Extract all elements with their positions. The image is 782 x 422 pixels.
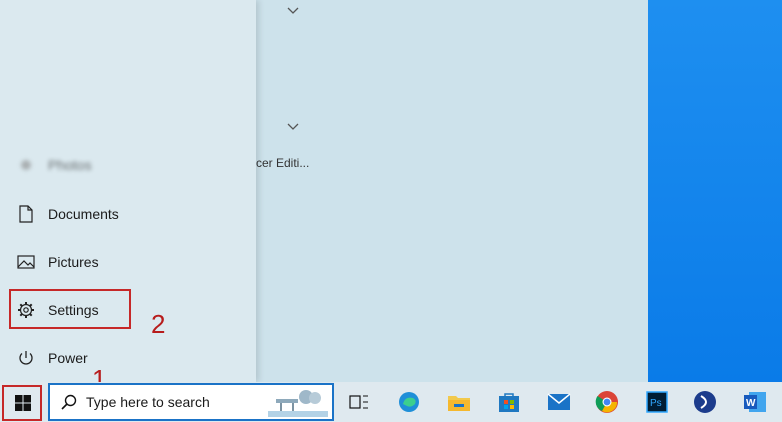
search-icon: [61, 394, 77, 410]
menu-item-power[interactable]: Power: [6, 338, 252, 378]
edge-icon[interactable]: [395, 388, 423, 416]
word-icon[interactable]: W: [741, 388, 769, 416]
taskbar: Ps W: [0, 382, 782, 422]
menu-item-pictures[interactable]: Pictures: [6, 242, 252, 282]
file-explorer-icon[interactable]: [445, 388, 473, 416]
svg-text:W: W: [746, 398, 756, 409]
tile-label[interactable]: cer Editi...: [256, 156, 309, 170]
step-2-label: 2: [151, 309, 166, 339]
generic-app-icon[interactable]: [691, 388, 719, 416]
chevron-down-icon[interactable]: [286, 122, 300, 132]
photoshop-icon[interactable]: Ps: [643, 388, 671, 416]
menu-item-label: Photos: [48, 157, 92, 173]
menu-item-label: Power: [48, 350, 88, 366]
search-box[interactable]: [48, 383, 334, 421]
document-icon: [12, 204, 40, 224]
task-view-icon[interactable]: [345, 388, 373, 416]
menu-item-photos[interactable]: Photos: [6, 145, 252, 185]
settings-highlight-box: [9, 289, 131, 329]
pictures-icon: [12, 252, 40, 272]
search-highlight-illustration-icon: [268, 390, 328, 417]
microsoft-store-icon[interactable]: [495, 388, 523, 416]
svg-text:Ps: Ps: [650, 398, 662, 409]
menu-item-label: Pictures: [48, 254, 99, 270]
chrome-icon[interactable]: [593, 388, 621, 416]
menu-item-label: Documents: [48, 206, 119, 222]
chevron-down-icon[interactable]: [286, 6, 300, 16]
power-icon: [12, 348, 40, 368]
image-icon: [12, 155, 40, 175]
search-input[interactable]: [86, 394, 256, 410]
tile-area: [256, 0, 648, 382]
start-highlight-box: [2, 385, 42, 421]
mail-icon[interactable]: [545, 388, 573, 416]
menu-item-documents[interactable]: Documents: [6, 194, 252, 234]
